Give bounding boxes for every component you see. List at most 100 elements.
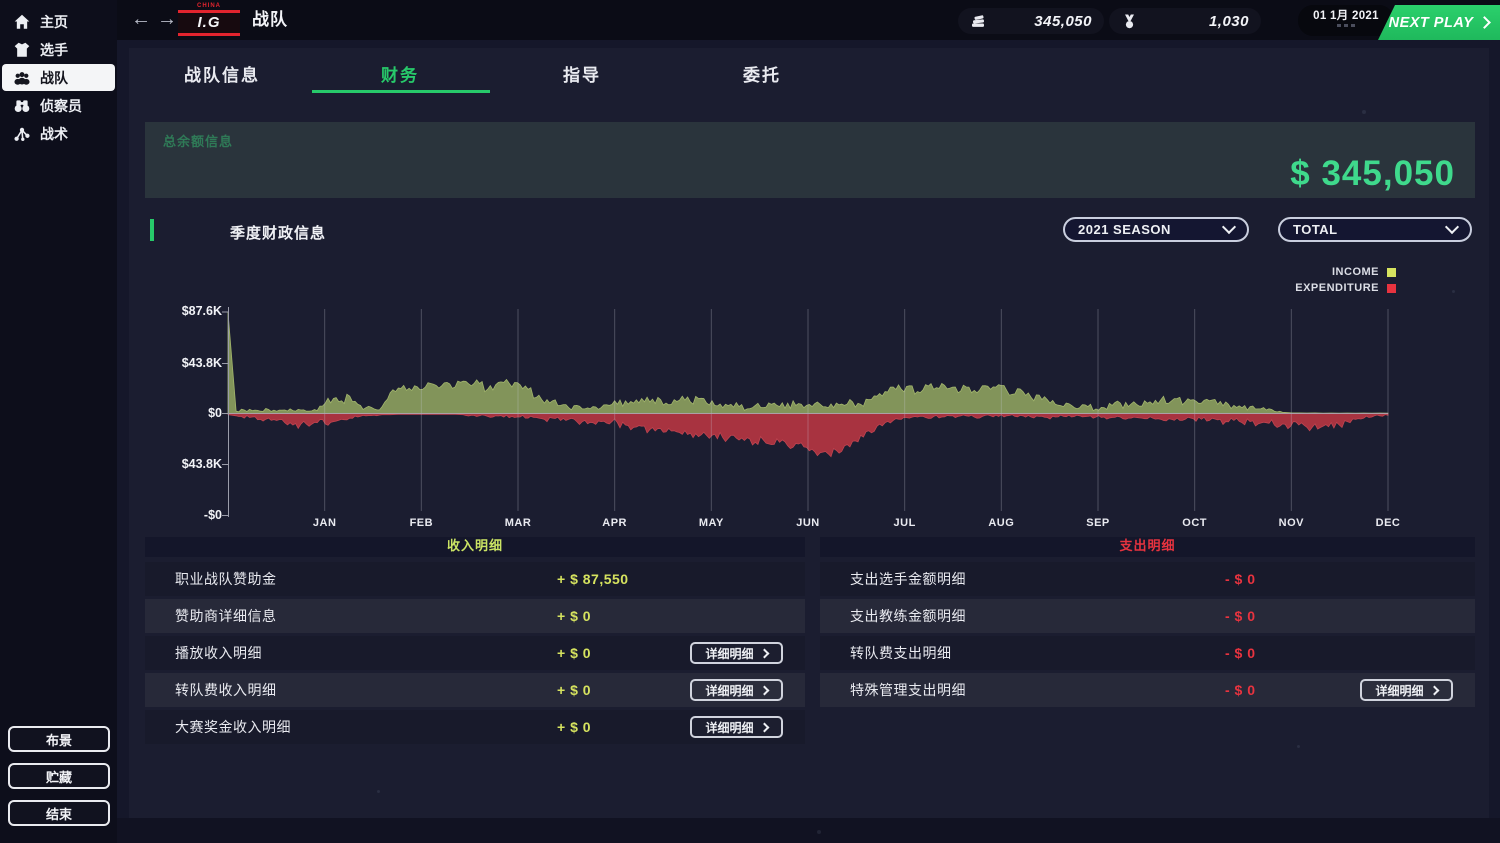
next-play-button[interactable]: NEXT PLAY bbox=[1378, 5, 1500, 40]
scene-button-label: 布景 bbox=[46, 730, 72, 749]
row-label: 特殊管理支出明细 bbox=[820, 680, 966, 700]
end-button[interactable]: 结束 bbox=[8, 800, 110, 826]
storage-button-label: 贮藏 bbox=[46, 767, 72, 786]
table-row: 支出选手金额明细 - $ 0 bbox=[820, 562, 1475, 596]
income-table-title: 收入明细 bbox=[145, 537, 805, 557]
binoculars-icon bbox=[13, 97, 31, 115]
balance-amount: $ 345,050 bbox=[1290, 154, 1455, 194]
sidebar-item-team[interactable]: 战队 bbox=[2, 64, 115, 91]
money-value: 345,050 bbox=[987, 13, 1092, 30]
particle-dot bbox=[1362, 110, 1366, 114]
row-label: 支出教练金额明细 bbox=[820, 606, 966, 626]
income-swatch-icon bbox=[1387, 268, 1396, 277]
row-amount: + $ 0 bbox=[557, 682, 591, 698]
expenditure-table: 支出明细 支出选手金额明细 - $ 0 支出教练金额明细 - $ 0 转队费支出… bbox=[820, 537, 1475, 710]
total-balance-panel: 总余额信息 $ 345,050 bbox=[145, 122, 1475, 198]
chevron-right-icon bbox=[759, 685, 769, 695]
forward-arrow-icon[interactable]: → bbox=[157, 0, 177, 40]
sidebar-item-label: 选手 bbox=[40, 40, 68, 60]
row-label: 转队费支出明细 bbox=[820, 643, 952, 663]
chevron-right-icon bbox=[759, 722, 769, 732]
particle-dot bbox=[817, 830, 821, 834]
tab-coaching[interactable]: 指导 bbox=[492, 60, 672, 92]
chart-legend: INCOME EXPENDITURE bbox=[1295, 264, 1396, 296]
active-tab-underline bbox=[312, 90, 490, 93]
sidebar-item-home[interactable]: 主页 bbox=[2, 8, 115, 35]
sidebar-item-label: 侦察员 bbox=[40, 96, 82, 116]
table-row: 职业战队赞助金 + $ 87,550 bbox=[145, 562, 805, 596]
team-logo: CHINA I.G bbox=[178, 2, 240, 38]
month-label: NOV bbox=[1261, 517, 1321, 529]
y-axis-label: $43.8K bbox=[142, 356, 222, 370]
chevron-right-icon bbox=[1479, 16, 1492, 29]
chevron-right-icon bbox=[1429, 685, 1439, 695]
month-label: JUL bbox=[875, 517, 935, 529]
y-axis-label: $87.6K bbox=[142, 304, 222, 318]
sidebar-item-label: 战队 bbox=[40, 68, 68, 88]
home-icon bbox=[13, 13, 31, 31]
detail-button-label: 详细明细 bbox=[705, 682, 753, 699]
table-row: 转队费收入明细 + $ 0 详细明细 bbox=[145, 673, 805, 707]
sidebar-item-tactics[interactable]: 战术 bbox=[2, 120, 115, 147]
y-axis-label: $43.8K bbox=[142, 457, 222, 471]
money-display: 345,050 bbox=[958, 8, 1104, 34]
season-dropdown-value: 2021 SEASON bbox=[1078, 222, 1171, 237]
season-dropdown[interactable]: 2021 SEASON bbox=[1063, 217, 1249, 242]
trophy-value: 1,030 bbox=[1138, 13, 1249, 30]
detail-button[interactable]: 详细明细 bbox=[690, 716, 783, 738]
trophy-display: 1,030 bbox=[1109, 8, 1261, 34]
row-label: 转队费收入明细 bbox=[145, 680, 277, 700]
storage-button[interactable]: 贮藏 bbox=[8, 763, 110, 789]
table-row: 支出教练金额明细 - $ 0 bbox=[820, 599, 1475, 633]
logo-team-label: I.G bbox=[178, 10, 240, 36]
scene-button[interactable]: 布景 bbox=[8, 726, 110, 752]
month-label: FEB bbox=[391, 517, 451, 529]
sidebar-item-scout[interactable]: 侦察员 bbox=[2, 92, 115, 119]
tab-commission[interactable]: 委托 bbox=[672, 60, 852, 92]
back-arrow-icon[interactable]: ← bbox=[131, 0, 151, 40]
finance-area-chart bbox=[220, 305, 1395, 525]
end-button-label: 结束 bbox=[46, 804, 72, 823]
chart-month-labels: JANFEBMARAPRMAYJUNJULAUGSEPOCTNOVDEC bbox=[220, 517, 1395, 533]
sidebar: 主页 选手 战队 侦察员 战术 布景 贮藏 结束 bbox=[0, 0, 117, 843]
row-amount: + $ 0 bbox=[557, 608, 591, 624]
particle-dot bbox=[1297, 745, 1300, 748]
tab-finance[interactable]: 财务 bbox=[310, 60, 490, 92]
row-label: 大赛奖金收入明细 bbox=[145, 717, 291, 737]
sidebar-item-label: 主页 bbox=[40, 12, 68, 32]
month-label: MAY bbox=[681, 517, 741, 529]
detail-button[interactable]: 详细明细 bbox=[690, 642, 783, 664]
particle-dot bbox=[377, 790, 380, 793]
money-icon bbox=[970, 13, 987, 30]
table-row: 转队费支出明细 - $ 0 bbox=[820, 636, 1475, 670]
month-label: APR bbox=[585, 517, 645, 529]
section-title: 季度财政信息 bbox=[230, 222, 326, 243]
month-label: OCT bbox=[1165, 517, 1225, 529]
balance-label: 总余额信息 bbox=[163, 131, 233, 150]
row-amount: - $ 0 bbox=[1225, 682, 1256, 698]
detail-button[interactable]: 详细明细 bbox=[690, 679, 783, 701]
month-label: MAR bbox=[488, 517, 548, 529]
tab-team-info[interactable]: 战队信息 bbox=[132, 60, 312, 92]
particle-dot bbox=[1452, 290, 1455, 293]
scope-dropdown[interactable]: TOTAL bbox=[1278, 217, 1472, 242]
row-label: 职业战队赞助金 bbox=[145, 569, 277, 589]
table-row: 赞助商详细信息 + $ 0 bbox=[145, 599, 805, 633]
detail-button[interactable]: 详细明细 bbox=[1360, 679, 1453, 701]
expenditure-swatch-icon bbox=[1387, 284, 1396, 293]
row-amount: - $ 0 bbox=[1225, 608, 1256, 624]
logo-country-label: CHINA bbox=[178, 2, 240, 10]
top-bar: ← → CHINA I.G 战队 345,050 1,030 01 1月 202… bbox=[117, 0, 1500, 40]
income-table: 收入明细 职业战队赞助金 + $ 87,550 赞助商详细信息 + $ 0 播放… bbox=[145, 537, 805, 747]
row-amount: - $ 0 bbox=[1225, 645, 1256, 661]
detail-button-label: 详细明细 bbox=[1375, 682, 1423, 699]
legend-expenditure-label: EXPENDITURE bbox=[1295, 282, 1379, 294]
sidebar-item-players[interactable]: 选手 bbox=[2, 36, 115, 63]
table-row: 大赛奖金收入明细 + $ 0 详细明细 bbox=[145, 710, 805, 744]
bottom-strip bbox=[117, 818, 1500, 843]
row-amount: + $ 0 bbox=[557, 645, 591, 661]
month-label: JAN bbox=[295, 517, 355, 529]
y-axis-label: -$0 bbox=[142, 508, 222, 522]
y-axis-label: $0 bbox=[142, 406, 222, 420]
detail-button-label: 详细明细 bbox=[705, 719, 753, 736]
